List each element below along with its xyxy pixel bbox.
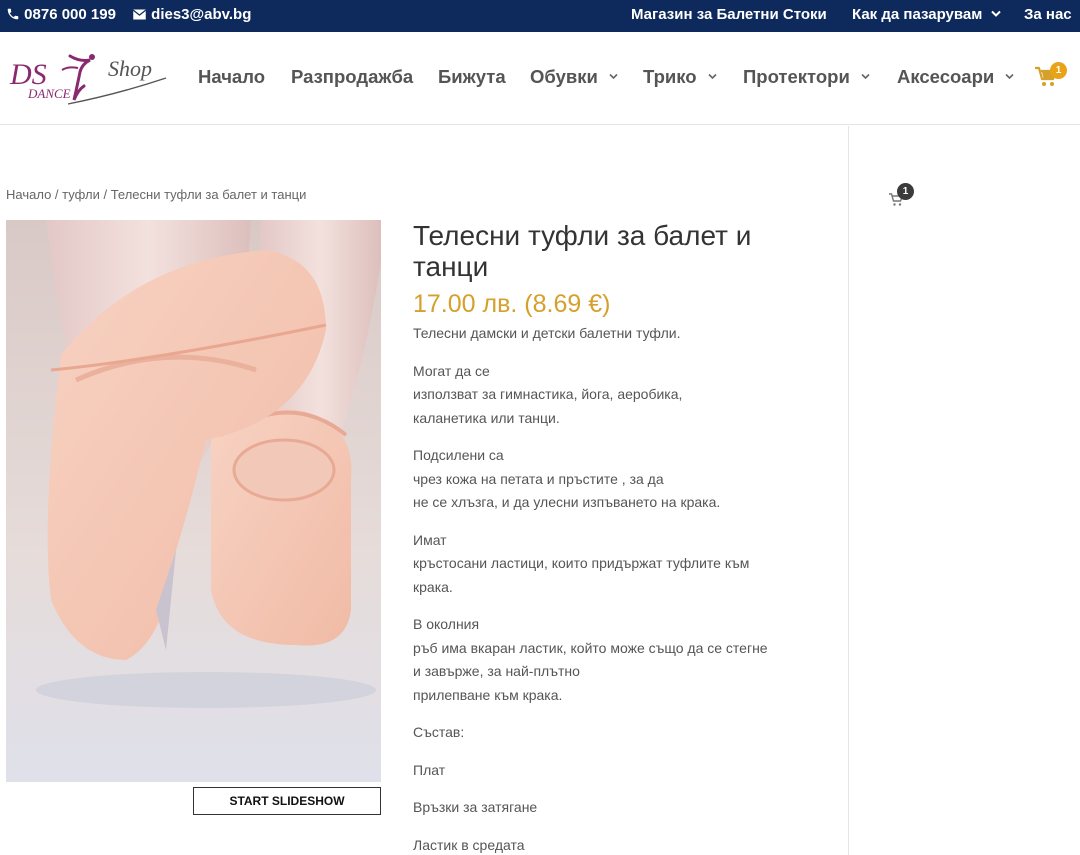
nav-item-label: Трико (643, 66, 697, 87)
nav-item-label: Обувки (530, 66, 598, 87)
chevron-down-icon (861, 73, 870, 80)
header-cart[interactable]: 1 (1034, 62, 1068, 90)
description-line: прилепване към крака. (413, 686, 563, 703)
topbar-link-shop[interactable]: Магазин за Балетни Стоки (631, 0, 827, 32)
breadcrumb: Начало / туфли / Телесни туфли за балет … (6, 187, 306, 202)
description-paragraph: Подсилени са чрез кожа на петата и пръсти… (413, 444, 833, 515)
chevron-down-icon (708, 73, 717, 80)
description-line: използват за гимнастика, йога, аеробика, (413, 386, 683, 402)
description-paragraph: Връзки за затягане (413, 796, 833, 820)
breadcrumb-separator: / (99, 187, 111, 202)
topbar-link-label: Как да пазарувам (852, 6, 983, 23)
description-line: чрез кожа на петата и пръстите , за да (413, 470, 664, 487)
phone-icon (7, 8, 19, 20)
chevron-down-icon (990, 10, 1001, 17)
description-paragraph: В околния ръб има вкаран ластик, който мо… (413, 613, 833, 707)
description-line: Плат (413, 761, 446, 778)
description-line: Състав: (413, 724, 465, 740)
nav-item-home[interactable]: Начало (198, 66, 265, 88)
product-image[interactable] (6, 220, 381, 782)
description-line: каланетика или танци. (413, 409, 560, 426)
description-paragraph: Могат да се използват за гимнастика, йога… (413, 360, 833, 431)
cart-count-badge: 1 (1050, 62, 1067, 79)
description-paragraph: Имат кръстосани ластици, които придържат … (413, 529, 833, 600)
chevron-down-icon (609, 73, 618, 80)
description-line: ръб има вкаран ластик, който може също д… (413, 639, 768, 656)
nav-item-leotards[interactable]: Трико (643, 66, 717, 88)
cart-count-badge: 1 (897, 183, 914, 200)
nav-item-sale[interactable]: Разпродажба (291, 66, 413, 88)
topbar-link-about[interactable]: За нас (1024, 0, 1072, 32)
description-paragraph: Телесни дамски и детски балетни туфли. (413, 322, 833, 346)
nav-item-shoes[interactable]: Обувки (530, 66, 618, 88)
top-bar: 0876 000 199 dies3@abv.bg Магазин за Бал… (0, 0, 1080, 32)
breadcrumb-current: Телесни туфли за балет и танци (110, 187, 307, 202)
nav-item-label: Протектори (743, 66, 850, 87)
description-line: Телесни дамски и детски балетни туфли. (413, 325, 681, 341)
description-line: Подсилени са (413, 447, 504, 463)
description-line: Могат да се (413, 362, 490, 379)
nav-item-jewelry[interactable]: Бижута (438, 66, 506, 88)
description-paragraph: Плат (413, 759, 833, 783)
chevron-down-icon (1005, 73, 1014, 80)
breadcrumb-category[interactable]: туфли (62, 187, 100, 202)
description-paragraph: Състав: (413, 721, 833, 745)
svg-text:Shop: Shop (108, 56, 152, 81)
description-line: и завърже, за най-плътно (413, 663, 580, 679)
svg-text:DANCE: DANCE (27, 86, 71, 101)
description-line: Имат (413, 531, 447, 548)
description-line: Ластик в средата (413, 836, 525, 853)
nav-item-protectors[interactable]: Протектори (743, 66, 870, 88)
site-logo[interactable]: DS DANCE Shop (8, 48, 170, 110)
breadcrumb-home[interactable]: Начало (6, 187, 51, 202)
email-link[interactable]: dies3@abv.bg (132, 0, 251, 32)
product-description: Телесни дамски и детски балетни туфли. Мо… (413, 322, 833, 855)
phone-link[interactable]: 0876 000 199 (6, 0, 116, 32)
description-paragraph: Ластик в средата (413, 834, 833, 855)
product-price: 17.00 лв. (8.69 €) (413, 290, 611, 318)
description-line: кръстосани ластици, които придържат туфл… (413, 555, 750, 571)
breadcrumb-separator: / (51, 187, 63, 202)
nav-item-accessories[interactable]: Аксесоари (897, 66, 1014, 88)
nav-item-label: Аксесоари (897, 66, 995, 87)
description-line: В околния (413, 616, 480, 632)
sidebar-cart[interactable]: 1 (888, 183, 920, 211)
email-address: dies3@abv.bg (151, 6, 252, 23)
description-line: Връзки за затягане (413, 799, 538, 815)
site-header: DS DANCE Shop Начало Разпродажба Бижута … (0, 32, 1080, 125)
description-line: крака. (413, 578, 453, 595)
email-icon (132, 9, 147, 20)
product-title: Телесни туфли за балет и танци (413, 220, 752, 282)
phone-number: 0876 000 199 (24, 6, 116, 23)
description-line: не се хлъзга, и да улесни изпъването на … (413, 494, 721, 510)
start-slideshow-button[interactable]: START SLIDESHOW (193, 787, 381, 815)
sidebar-divider (848, 126, 849, 855)
topbar-link-how-to-buy[interactable]: Как да пазарувам (852, 0, 1001, 32)
